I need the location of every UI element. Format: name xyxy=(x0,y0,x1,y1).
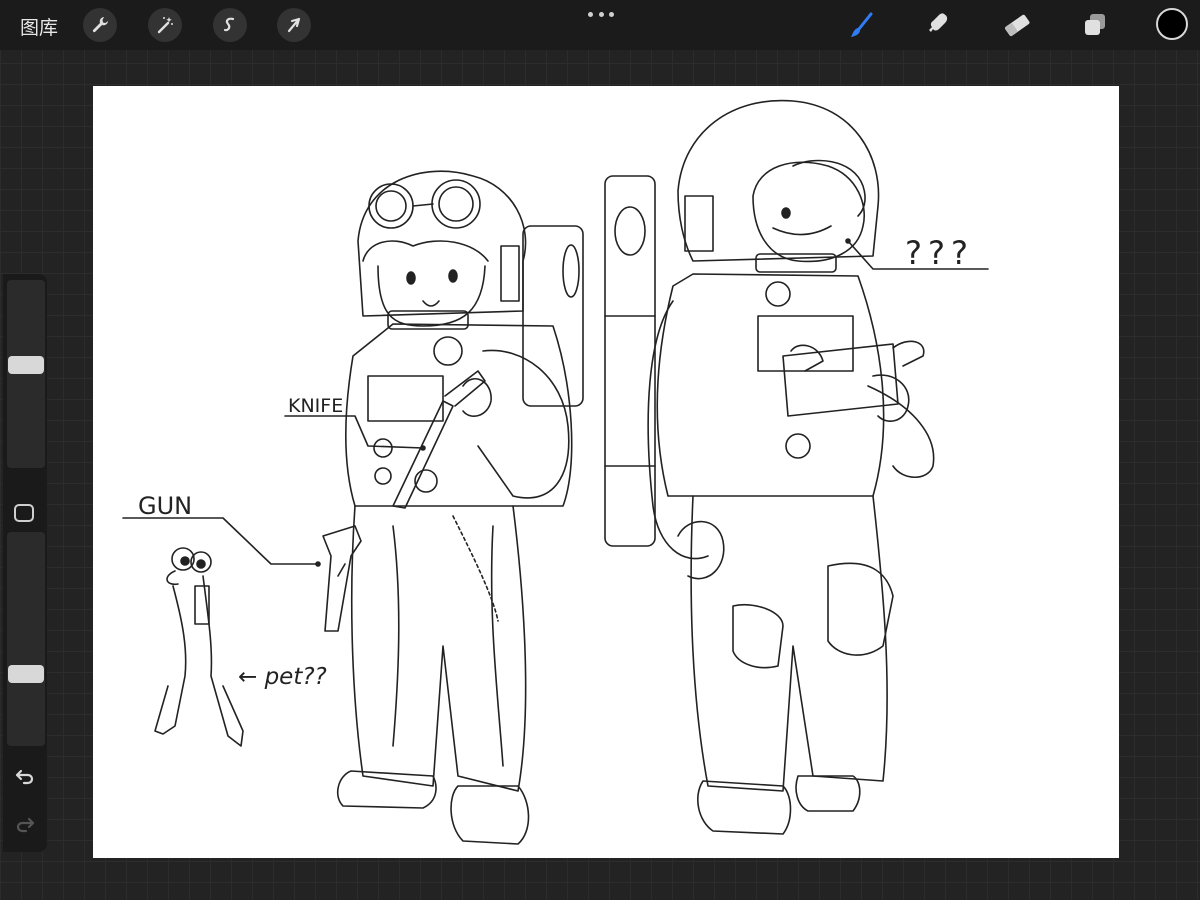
right-astronaut-sketch xyxy=(604,99,935,835)
undo-icon[interactable] xyxy=(13,764,37,788)
wrench-icon[interactable] xyxy=(83,8,117,42)
top-toolbar: 图库 xyxy=(0,0,1200,50)
opacity-slider[interactable] xyxy=(7,532,45,746)
layers-icon[interactable] xyxy=(1078,8,1112,42)
opacity-thumb[interactable] xyxy=(8,665,44,683)
color-picker-swatch[interactable] xyxy=(1156,8,1188,40)
more-options-icon[interactable] xyxy=(588,10,614,18)
sketch-artwork: KNIFE GUN ← pet?? ??? xyxy=(122,99,989,845)
brush-size-thumb[interactable] xyxy=(8,356,44,374)
unknown-label: ??? xyxy=(905,234,974,272)
eraser-icon[interactable] xyxy=(1000,8,1034,42)
gallery-button[interactable]: 图库 xyxy=(20,13,58,40)
brush-size-slider[interactable] xyxy=(7,280,45,468)
pet-creature-sketch xyxy=(154,547,244,747)
pet-label: ← pet?? xyxy=(238,664,327,690)
gun-label: GUN xyxy=(138,492,192,520)
annotation-lines xyxy=(122,238,989,567)
modify-square-button[interactable] xyxy=(14,504,34,522)
magic-wand-icon[interactable] xyxy=(148,8,182,42)
knife-label: KNIFE xyxy=(288,395,343,417)
selection-icon[interactable] xyxy=(213,8,247,42)
left-sidebar xyxy=(3,274,47,852)
smudge-icon[interactable] xyxy=(922,8,956,42)
left-astronaut-sketch xyxy=(322,170,584,845)
drawing-canvas[interactable]: KNIFE GUN ← pet?? ??? xyxy=(93,86,1119,858)
brush-icon[interactable] xyxy=(845,8,879,42)
redo-icon[interactable] xyxy=(13,812,37,836)
transform-arrow-icon[interactable] xyxy=(277,8,311,42)
